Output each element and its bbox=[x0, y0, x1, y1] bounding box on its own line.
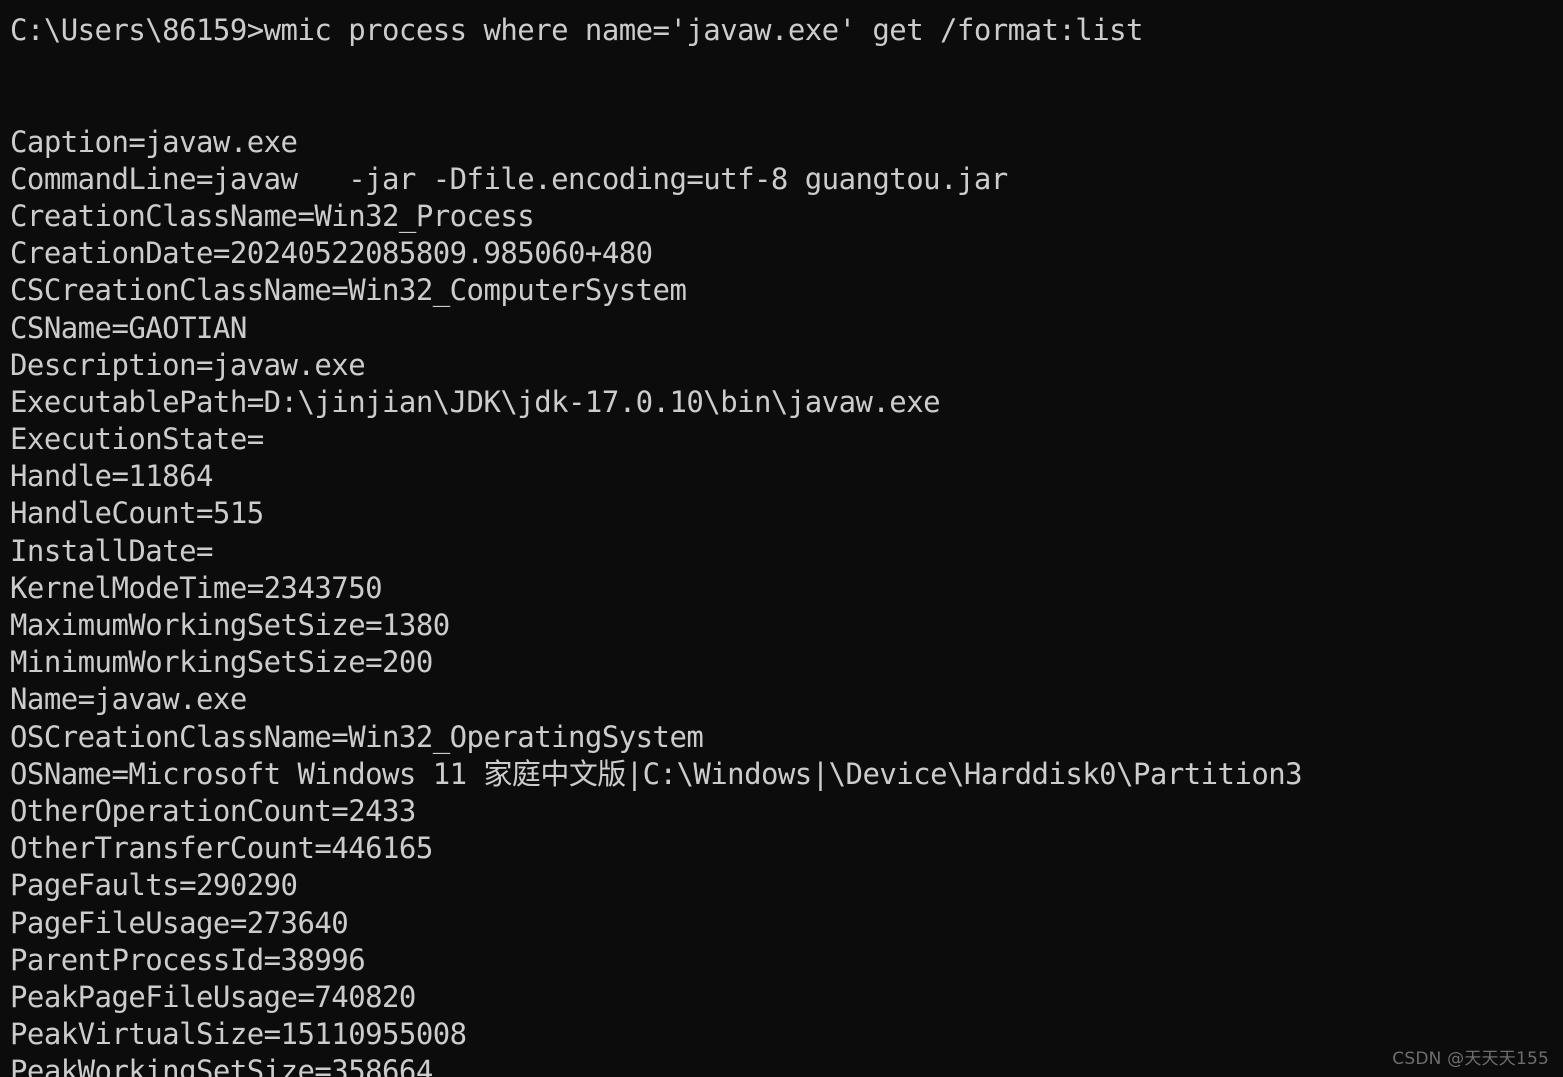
output-line: CreationDate=20240522085809.985060+480 bbox=[10, 236, 653, 271]
output-line: MinimumWorkingSetSize=200 bbox=[10, 645, 433, 680]
output-line: Caption=javaw.exe bbox=[10, 124, 298, 159]
wmic-output-list: Caption=javaw.exe CommandLine=javaw -jar … bbox=[10, 124, 1563, 1077]
output-line: CreationClassName=Win32_Process bbox=[10, 198, 535, 233]
output-line: InstallDate= bbox=[10, 533, 213, 568]
output-line: ExecutionState= bbox=[10, 422, 264, 457]
output-line: Handle=11864 bbox=[10, 459, 213, 494]
output-line: Name=javaw.exe bbox=[10, 682, 247, 717]
output-line: CSCreationClassName=Win32_ComputerSystem bbox=[10, 273, 687, 308]
output-line: CommandLine=javaw -jar -Dfile.encoding=u… bbox=[10, 161, 1008, 196]
output-line: PeakPageFileUsage=740820 bbox=[10, 979, 416, 1014]
output-line: Description=javaw.exe bbox=[10, 347, 366, 382]
terminal-window[interactable]: C:\Users\86159>wmic process where name='… bbox=[0, 0, 1563, 1077]
output-line: OtherTransferCount=446165 bbox=[10, 831, 433, 866]
output-line: PageFaults=290290 bbox=[10, 868, 298, 903]
output-line: ParentProcessId=38996 bbox=[10, 942, 366, 977]
output-line: PeakWorkingSetSize=358664 bbox=[10, 1054, 433, 1077]
output-line: KernelModeTime=2343750 bbox=[10, 570, 383, 605]
command-prompt-line: C:\Users\86159>wmic process where name='… bbox=[10, 13, 1143, 47]
output-line: CSName=GAOTIAN bbox=[10, 310, 247, 345]
output-line: OtherOperationCount=2433 bbox=[10, 793, 416, 828]
output-line: OSCreationClassName=Win32_OperatingSyste… bbox=[10, 719, 704, 754]
output-line: OSName=Microsoft Windows 11 家庭中文版|C:\Win… bbox=[10, 756, 1303, 791]
output-line: PageFileUsage=273640 bbox=[10, 905, 349, 940]
output-line: PeakVirtualSize=15110955008 bbox=[10, 1017, 467, 1052]
output-line: HandleCount=515 bbox=[10, 496, 264, 531]
output-line: MaximumWorkingSetSize=1380 bbox=[10, 608, 450, 642]
csdn-watermark: CSDN @天天天155 bbox=[1392, 1049, 1549, 1069]
output-line: ExecutablePath=D:\jinjian\JDK\jdk-17.0.1… bbox=[10, 384, 941, 419]
